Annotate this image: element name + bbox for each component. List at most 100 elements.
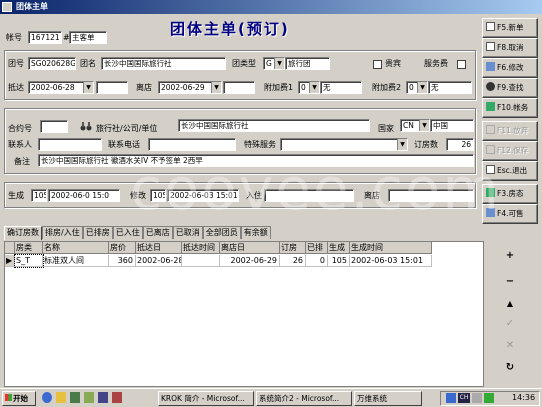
service-fee-checkbox[interactable] [457, 60, 466, 69]
agency-field[interactable]: 长沙中国国际旅行社 [178, 119, 370, 132]
remark-field[interactable]: 长沙中国国际旅行社 徽酒水关IV 不予签单 2西早 [38, 154, 474, 167]
col-name[interactable]: 名称 [43, 242, 109, 254]
tray-network-icon[interactable] [484, 393, 494, 403]
room-status-button[interactable]: F3.房态 [482, 184, 538, 204]
grid-indicator-header [5, 242, 15, 254]
grid-icon [486, 208, 495, 217]
group-name-field[interactable]: 长沙中国国际旅行社 [101, 57, 226, 70]
page-title: 团体主单(预订) [170, 20, 290, 38]
account-field[interactable]: 167121 [28, 31, 62, 44]
main-window: 团体主单 帐号 167121 # 主客单 团体主单(预订) 团号 SG02062… [0, 0, 542, 388]
tray-app-icon[interactable] [446, 393, 456, 403]
nav-post-button[interactable]: ✓ [500, 316, 520, 332]
phone-field[interactable] [148, 138, 236, 151]
taskbar-item-intro2[interactable]: 系统简介2 - Microsof... [256, 391, 352, 406]
table-row-created-time[interactable]: 2002-06-03 15:01 [350, 255, 432, 267]
modify-button[interactable]: F6.修改 [482, 58, 538, 78]
cancel-button[interactable]: F8.取消 [482, 38, 538, 58]
col-created-by[interactable]: 生成 [328, 242, 350, 254]
nav-delete-button[interactable]: − [500, 274, 520, 290]
taskbar-item-system[interactable]: 万维系统 [354, 391, 422, 406]
col-room-type[interactable]: 房类 [15, 242, 43, 254]
find-button[interactable]: F9.查找 [482, 78, 538, 98]
taskbar-item-krok[interactable]: KROK 简介 - Microsof... [158, 391, 254, 406]
depart-date-field[interactable]: 2002-06-29 ▼ [158, 81, 222, 94]
chevron-down-icon[interactable]: ▼ [397, 139, 407, 150]
tab-cancelled[interactable]: 已取消 [172, 226, 203, 239]
col-booked[interactable]: 订房 [280, 242, 306, 254]
nav-insert-button[interactable]: + [500, 248, 520, 264]
tab-checked-in[interactable]: 已入住 [112, 226, 143, 239]
abandon-button[interactable]: F11.放弃 [482, 121, 538, 141]
rooms-label: 订房数 [414, 140, 438, 149]
table-row-created-by[interactable]: 105 [328, 255, 350, 267]
tray-lang-icon[interactable]: CH [458, 393, 470, 403]
group-type-label: 团类型 [232, 59, 256, 68]
col-arrive-date[interactable]: 抵达日 [136, 242, 182, 254]
save-button[interactable]: F12.保存 [482, 141, 538, 161]
col-assigned[interactable]: 已排 [306, 242, 328, 254]
table-row-depart-date[interactable]: 2002-06-29 [220, 255, 280, 267]
nav-edit-button[interactable]: ▲ [500, 296, 520, 312]
contact-label: 联系人 [8, 140, 32, 149]
col-created-time[interactable]: 生成时间 [350, 242, 432, 254]
col-arrive-time[interactable]: 抵达时间 [182, 242, 220, 254]
table-row-arrive-time[interactable] [182, 255, 220, 267]
tab-balance[interactable]: 有余额 [240, 226, 271, 239]
window-title: 团体主单 [16, 2, 48, 11]
ie-icon[interactable] [42, 392, 52, 403]
group-type-select[interactable]: G ▼ [263, 57, 285, 70]
tab-all-members[interactable]: 全部团员 [202, 226, 241, 239]
depart-time-field[interactable] [223, 81, 255, 94]
window-titlebar[interactable]: 团体主单 [0, 0, 542, 14]
account-button[interactable]: F10.帐务 [482, 98, 538, 118]
arrive-time-field[interactable] [96, 81, 128, 94]
desktop-icon[interactable] [70, 392, 80, 403]
chevron-down-icon[interactable]: ▼ [211, 82, 221, 93]
account-type-field[interactable]: 主客单 [69, 31, 107, 44]
app-shortcut-icon-2[interactable] [98, 392, 108, 403]
table-row-room-type[interactable]: S_T [14, 254, 44, 268]
special-select[interactable]: ▼ [280, 138, 408, 151]
tab-confirmed-rooms[interactable]: 确订房数 [4, 226, 42, 240]
tab-assigned[interactable]: 已排房 [82, 226, 113, 239]
country-select[interactable]: CN ▼ [400, 119, 430, 132]
nav-cancel-button[interactable]: ✕ [500, 338, 520, 354]
col-depart-date[interactable]: 离店日 [220, 242, 280, 254]
rooms-field[interactable]: 26 [446, 138, 474, 151]
chevron-down-icon[interactable]: ▼ [274, 58, 284, 69]
extra2-select[interactable]: 0 ▼ [406, 81, 428, 94]
extra2-label: 附加费2 [372, 83, 402, 92]
arrive-date-field[interactable]: 2002-06-28 ▼ [28, 81, 94, 94]
table-row-arrive-date[interactable]: 2002-06-28 [136, 255, 182, 267]
remark-label: 备注 [14, 157, 30, 166]
extra1-value: 无 [320, 81, 362, 94]
chevron-down-icon[interactable]: ▼ [309, 82, 319, 93]
table-row-rate[interactable]: 360 [109, 255, 136, 267]
agency-label: 旅行社/公司/单位 [96, 124, 158, 133]
chevron-down-icon[interactable]: ▼ [83, 82, 93, 93]
available-button[interactable]: F4.可售 [482, 204, 538, 224]
contact-field[interactable] [38, 138, 102, 151]
nav-refresh-button[interactable]: ↻ [500, 360, 520, 376]
table-row-assigned[interactable]: 0 [306, 255, 328, 267]
chevron-down-icon[interactable]: ▼ [419, 120, 429, 131]
table-row-booked[interactable]: 26 [280, 255, 306, 267]
table-row-name[interactable]: 标准双人间 [43, 255, 109, 267]
app-shortcut-icon-3[interactable] [112, 392, 122, 403]
new-button[interactable]: F5.新单 [482, 18, 538, 38]
start-button[interactable]: 开始 [2, 391, 36, 406]
chevron-down-icon[interactable]: ▼ [417, 82, 427, 93]
extra1-select[interactable]: 0 ▼ [298, 81, 320, 94]
exit-button[interactable]: Esc.退出 [482, 161, 538, 181]
binoculars-icon[interactable] [80, 120, 92, 132]
tray-speaker-icon[interactable] [472, 393, 482, 403]
group-no-field[interactable]: SG020628G [28, 57, 76, 70]
col-rate[interactable]: 房价 [109, 242, 136, 254]
vip-checkbox[interactable] [373, 60, 382, 69]
tab-checked-out[interactable]: 已离店 [142, 226, 173, 239]
tab-assign-checkin[interactable]: 排房/入住 [42, 226, 83, 239]
app-shortcut-icon[interactable] [84, 392, 94, 403]
folder-icon[interactable] [56, 392, 66, 403]
contract-field[interactable] [40, 120, 68, 133]
